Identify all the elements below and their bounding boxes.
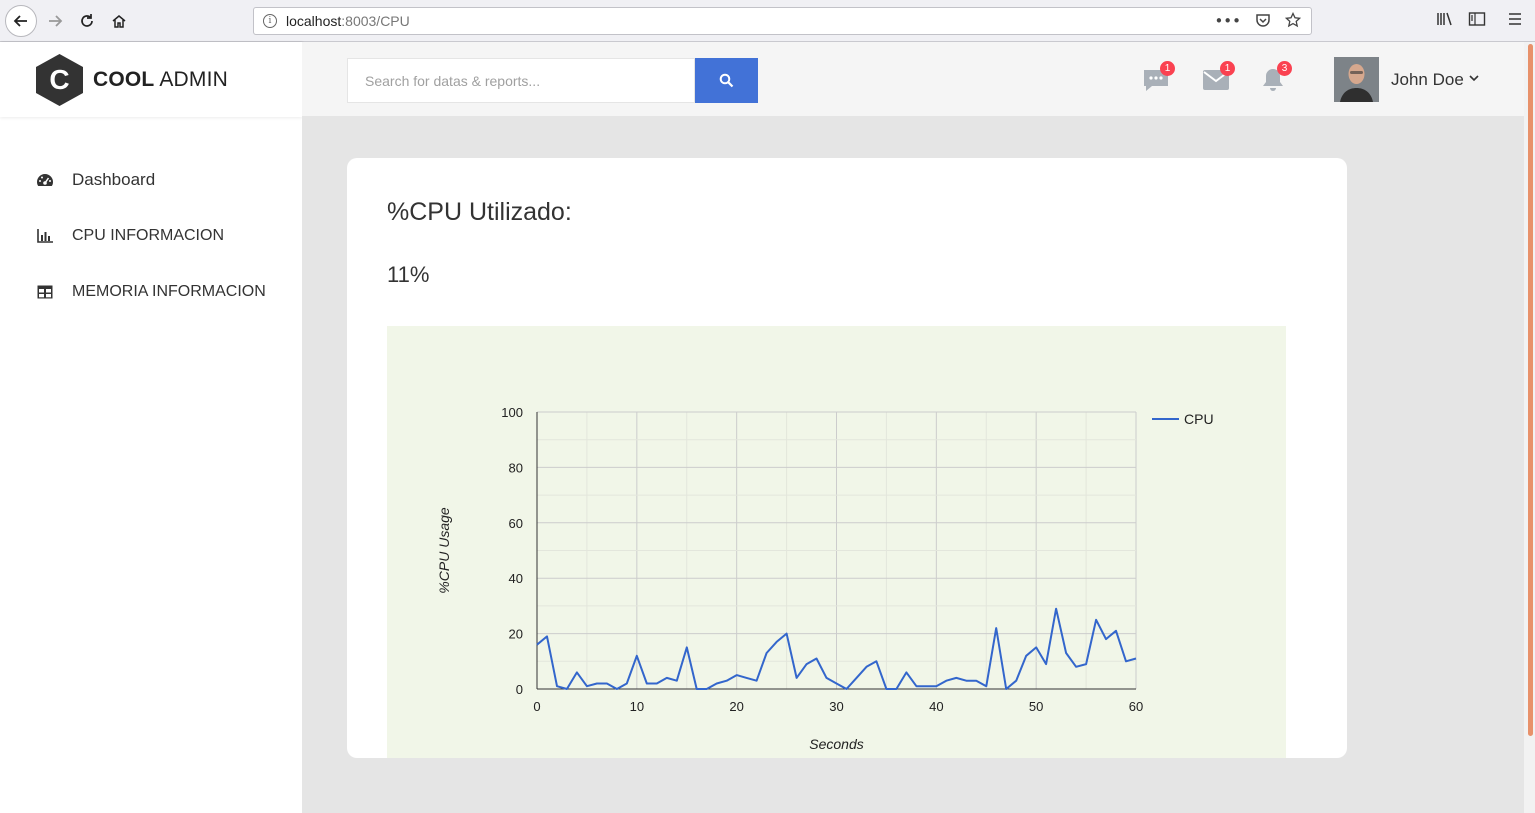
browser-toolbar: i localhost:8003/CPU ••• — [0, 0, 1535, 42]
bookmark-star-icon[interactable] — [1285, 12, 1301, 28]
logo-hexagon-icon: C — [36, 54, 83, 106]
menu-icon[interactable] — [1507, 11, 1523, 27]
cpu-line-chart: 0 20 40 60 80 100 0 10 20 30 40 50 60 Seconds %CPU Usa… — [436, 405, 1214, 752]
sidebar-item-label: CPU INFORMACION — [72, 227, 224, 244]
table-icon — [36, 283, 54, 301]
search-button[interactable] — [695, 58, 758, 103]
reload-icon — [81, 14, 93, 27]
notifications-button[interactable]: 3 — [1258, 61, 1292, 94]
svg-text:C: C — [49, 64, 69, 95]
more-actions-icon[interactable]: ••• — [1214, 12, 1241, 30]
x-tick-label: 20 — [729, 699, 743, 714]
y-tick-label: 100 — [501, 405, 523, 420]
y-tick-label: 40 — [509, 571, 523, 586]
cpu-value: 11% — [387, 262, 430, 287]
sidebar-item-dashboard[interactable]: Dashboard — [0, 152, 302, 208]
home-icon — [112, 15, 126, 28]
library-icon[interactable] — [1436, 11, 1454, 27]
y-axis-title: %CPU Usage — [436, 507, 452, 594]
home-button[interactable] — [103, 5, 135, 37]
x-axis-title: Seconds — [809, 736, 863, 752]
scrollbar-thumb[interactable] — [1528, 44, 1533, 736]
back-button[interactable] — [5, 5, 37, 37]
reload-button[interactable] — [71, 5, 103, 37]
top-header: 1 1 3 John Doe — [302, 42, 1524, 117]
bar-chart-icon — [36, 227, 54, 245]
x-tick-label: 30 — [829, 699, 843, 714]
sidebar-menu: Dashboard CPU INFORMACION MEMORIA INFORM… — [0, 152, 302, 320]
info-icon[interactable]: i — [263, 14, 277, 28]
sidebar-item-cpu[interactable]: CPU INFORMACION — [0, 208, 302, 264]
messages-badge: 1 — [1160, 61, 1175, 76]
notifications-badge: 3 — [1277, 61, 1292, 76]
cpu-chart: 0 20 40 60 80 100 0 10 20 30 40 50 60 Seconds %CPU Usa… — [387, 326, 1286, 758]
y-tick-label: 0 — [516, 682, 523, 697]
search-input[interactable] — [347, 58, 695, 103]
cpu-card: %CPU Utilizado: 11% 0 20 40 60 80 100 0 10 20 30 4… — [347, 158, 1347, 758]
user-photo-icon — [1334, 57, 1379, 102]
x-tick-label: 50 — [1029, 699, 1043, 714]
arrow-right-icon — [49, 15, 63, 27]
x-tick-label: 0 — [533, 699, 540, 714]
url-text: localhost:8003/CPU — [286, 13, 410, 29]
messages-button[interactable]: 1 — [1141, 61, 1175, 94]
chevron-down-icon[interactable] — [1469, 72, 1479, 85]
arrow-left-icon — [13, 15, 27, 27]
mail-badge: 1 — [1220, 61, 1235, 76]
dashboard-icon — [36, 171, 54, 189]
y-tick-label: 60 — [509, 516, 523, 531]
pocket-icon[interactable] — [1255, 12, 1271, 28]
sidebar-item-label: Dashboard — [72, 170, 156, 189]
main-content: %CPU Utilizado: 11% 0 20 40 60 80 100 0 10 20 30 4… — [302, 117, 1524, 813]
sidebar-item-label: MEMORIA INFORMACION — [72, 283, 266, 300]
brand-name: COOL ADMIN — [93, 68, 229, 91]
x-tick-label: 60 — [1129, 699, 1143, 714]
search-icon — [719, 73, 734, 88]
address-bar[interactable]: i localhost:8003/CPU ••• — [253, 7, 1312, 35]
mail-button[interactable]: 1 — [1201, 61, 1235, 94]
y-tick-label: 80 — [509, 460, 523, 475]
brand-logo[interactable]: C COOL ADMIN — [0, 42, 302, 117]
sidebar: C COOL ADMIN Dashboard CPU INFORMACION M… — [0, 42, 302, 813]
sidebar-toggle-icon[interactable] — [1468, 11, 1486, 27]
legend-label: CPU — [1184, 411, 1214, 427]
avatar[interactable] — [1334, 57, 1379, 102]
x-tick-label: 10 — [630, 699, 644, 714]
x-tick-label: 40 — [929, 699, 943, 714]
card-title: %CPU Utilizado: — [387, 198, 572, 226]
sidebar-item-memoria[interactable]: MEMORIA INFORMACION — [0, 264, 302, 320]
forward-button[interactable] — [39, 5, 71, 37]
user-name[interactable]: John Doe — [1391, 70, 1464, 90]
y-tick-label: 20 — [509, 627, 523, 642]
